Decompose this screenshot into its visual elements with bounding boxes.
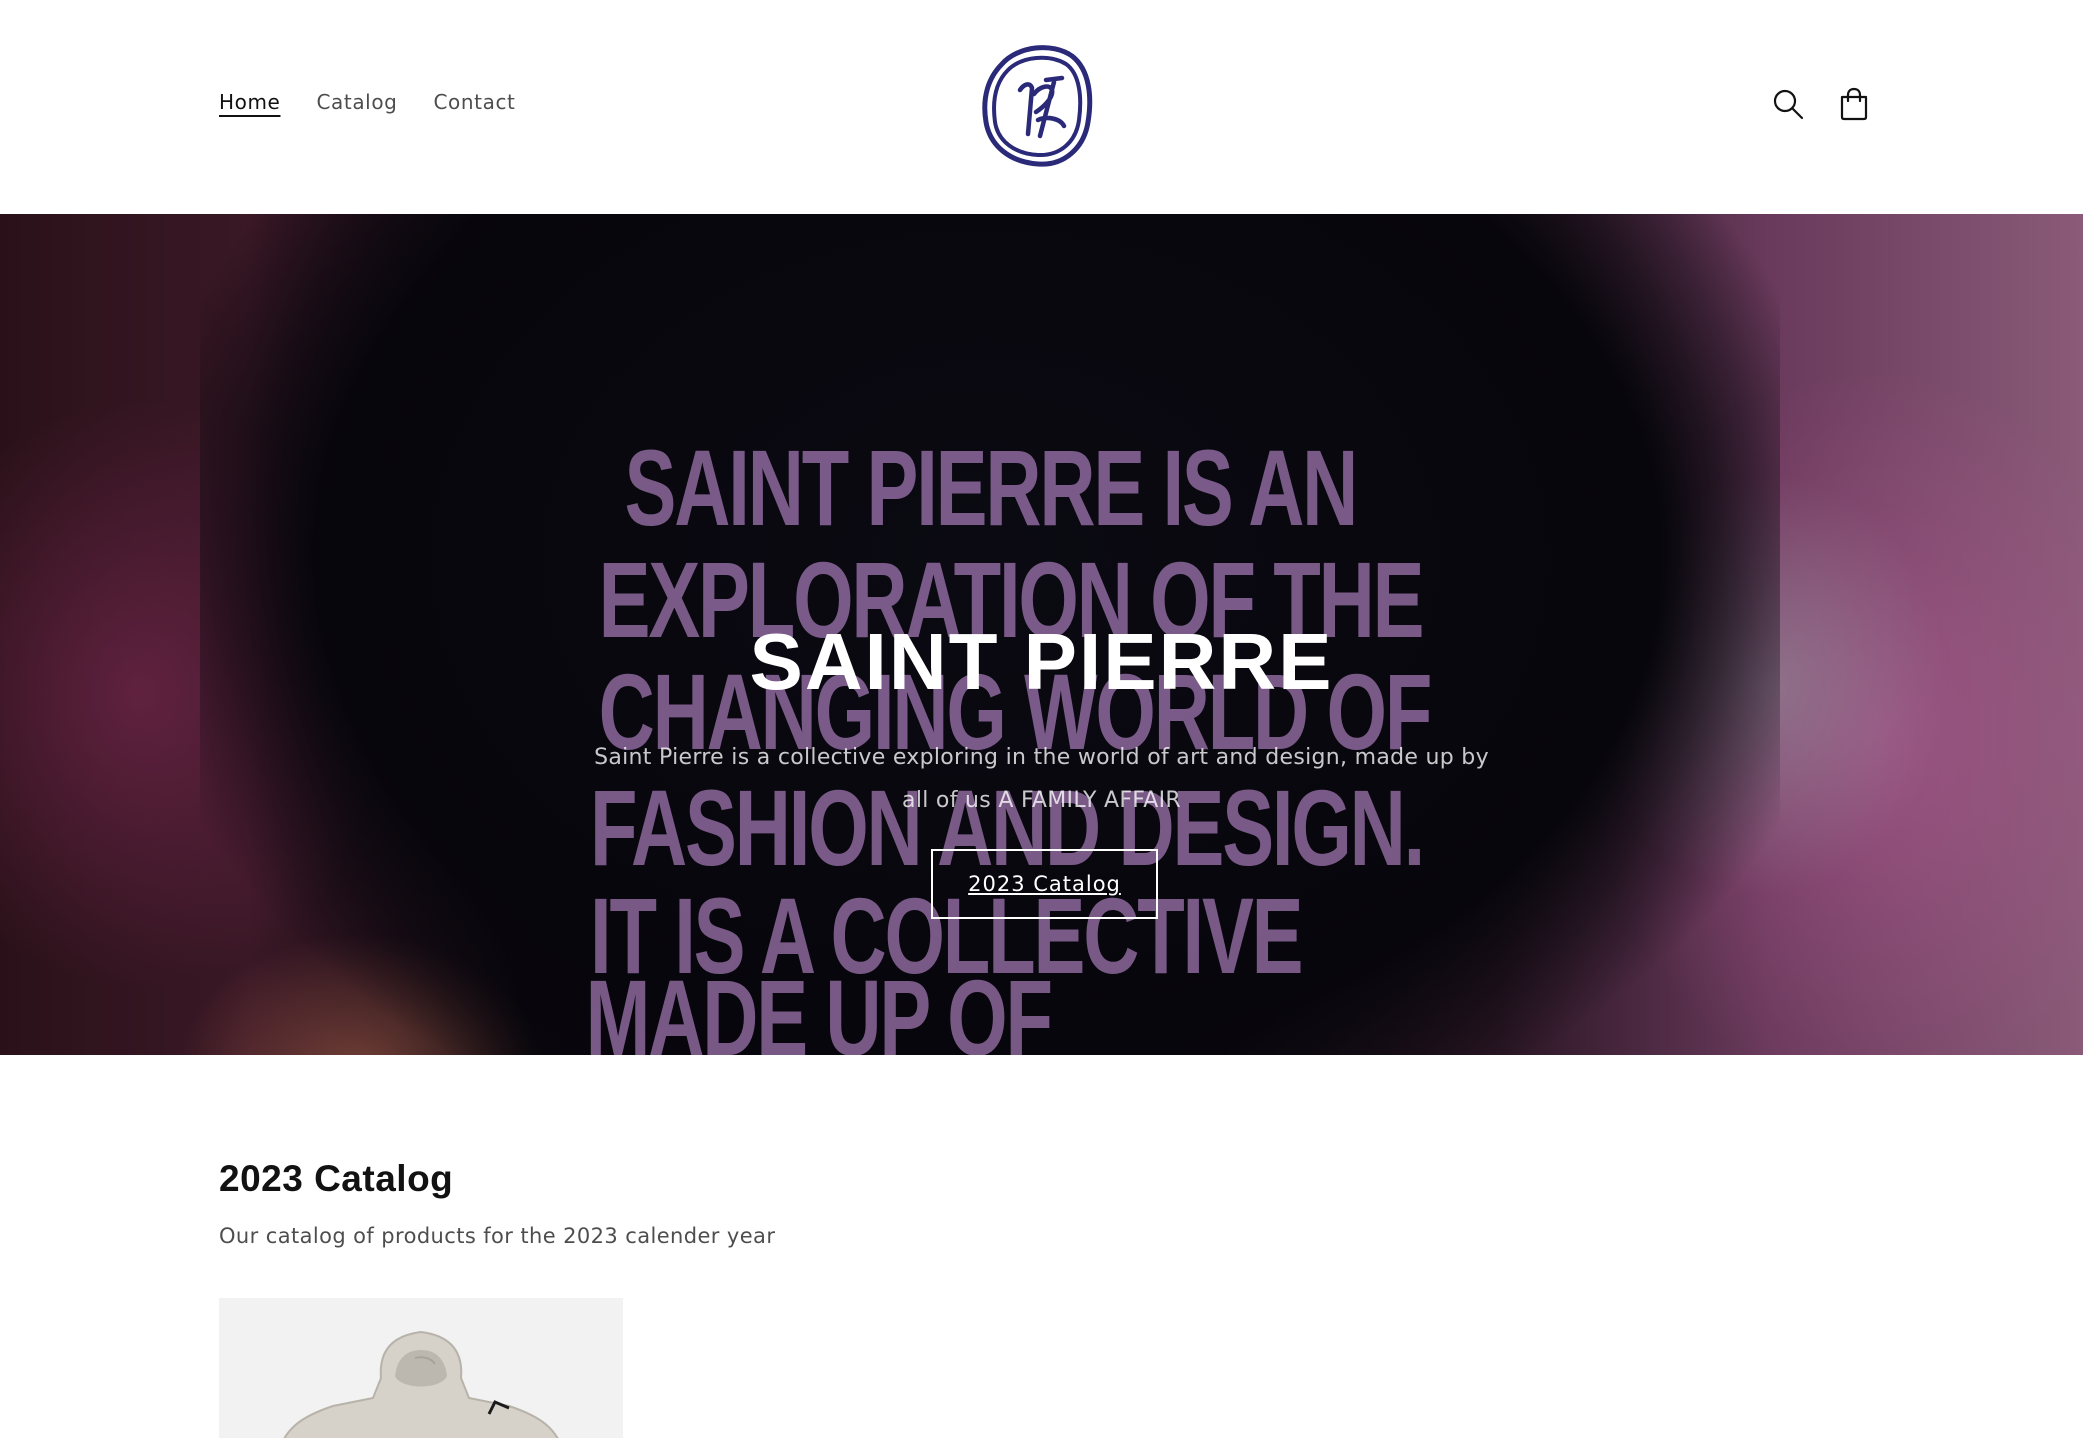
hero-description: Saint Pierre is a collective exploring i… — [594, 745, 1489, 813]
hoodie-product-image — [219, 1298, 623, 1438]
site-header: Home Catalog Contact — [0, 0, 2083, 214]
nav-contact-link[interactable]: Contact — [433, 86, 515, 118]
saint-pierre-logo[interactable] — [980, 38, 1095, 170]
page: Home Catalog Contact SAINT PIERRE IS AN … — [0, 0, 2083, 1438]
main-nav: Home Catalog Contact — [219, 86, 516, 118]
hero-banner: SAINT PIERRE IS AN EXPLORATION OF THE CH… — [0, 214, 2083, 1055]
hero-content: SAINT PIERRE Saint Pierre is a collectiv… — [0, 214, 2083, 1055]
hero-title: SAINT PIERRE — [749, 617, 1334, 706]
cart-icon[interactable] — [1832, 82, 1876, 126]
logo-icon — [982, 45, 1093, 167]
hero-catalog-button[interactable]: 2023 Catalog — [931, 849, 1158, 919]
catalog-section-title: 2023 Catalog — [219, 1158, 454, 1199]
product-card[interactable] — [219, 1298, 623, 1438]
search-icon[interactable] — [1766, 82, 1810, 126]
nav-home-link[interactable]: Home — [219, 86, 280, 118]
catalog-section-description: Our catalog of products for the 2023 cal… — [219, 1224, 776, 1248]
nav-catalog-link[interactable]: Catalog — [316, 86, 397, 118]
